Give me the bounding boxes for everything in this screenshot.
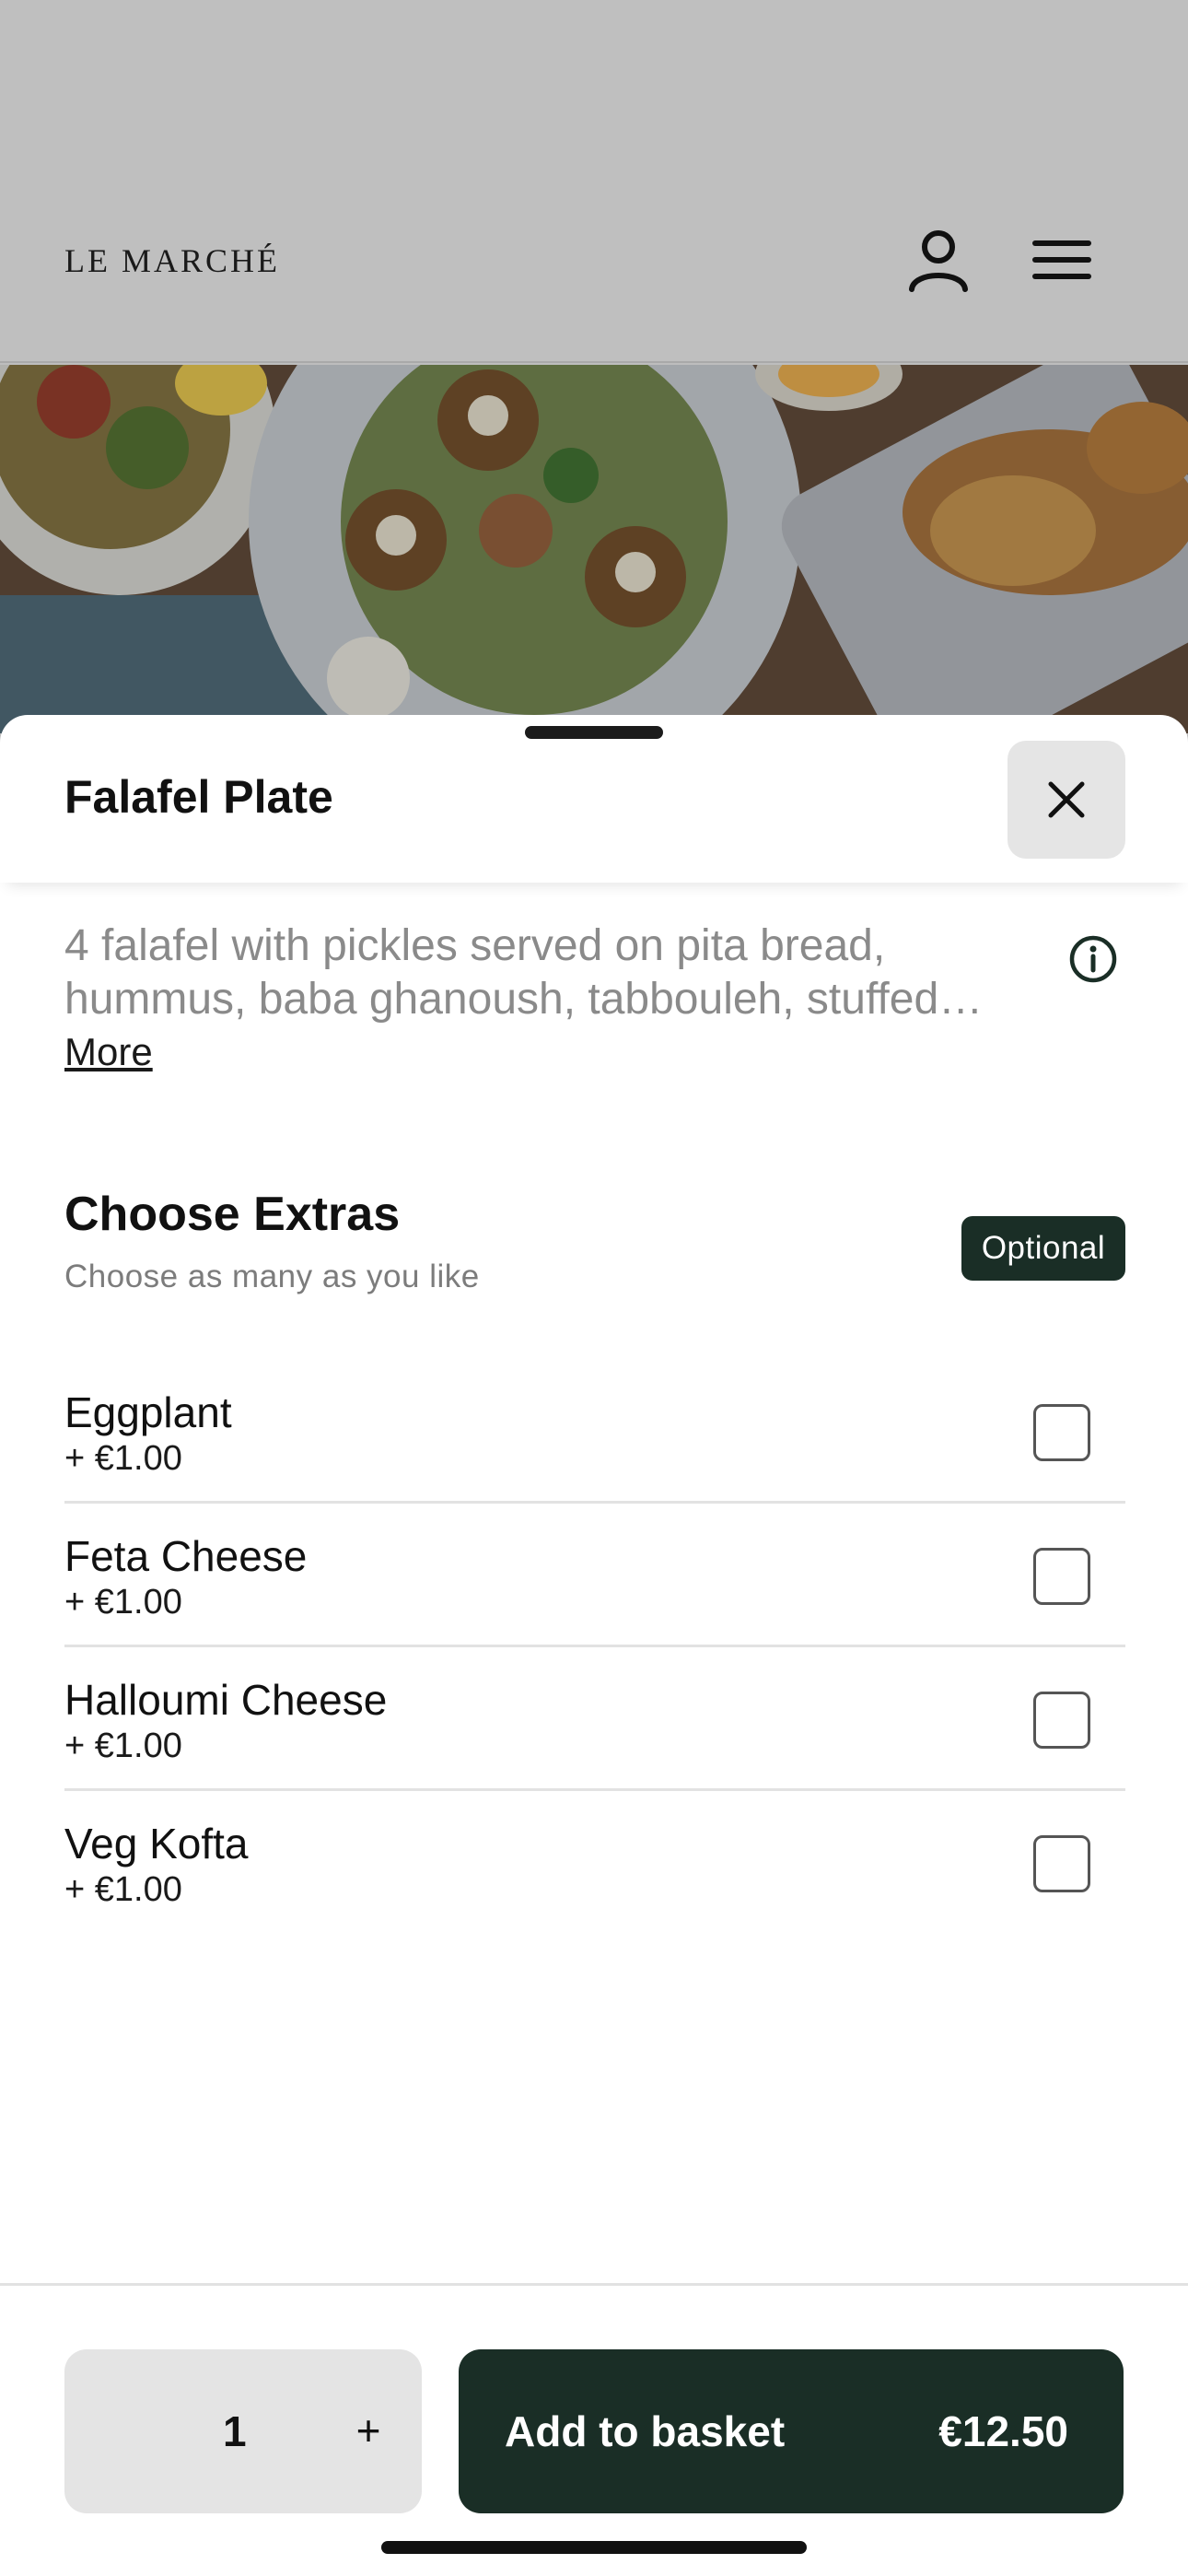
extra-option-name: Eggplant: [64, 1388, 232, 1436]
extra-option-price: + €1.00: [64, 1870, 182, 1909]
extra-option-checkbox[interactable]: [1033, 1835, 1090, 1892]
info-icon[interactable]: [1068, 934, 1118, 984]
item-detail-sheet: Falafel Plate 4 falafel with pickles ser…: [0, 715, 1188, 2576]
brand-logo[interactable]: LE MARCHÉ: [64, 241, 280, 280]
add-to-basket-button[interactable]: Add to basket €12.50: [459, 2349, 1124, 2513]
total-price: €12.50: [938, 2407, 1068, 2455]
extra-option-veg-kofta[interactable]: Veg Kofta + €1.00: [64, 1791, 1125, 1935]
extra-option-name: Feta Cheese: [64, 1532, 308, 1580]
extra-option-checkbox[interactable]: [1033, 1692, 1090, 1749]
close-button[interactable]: [1007, 741, 1125, 859]
item-description: 4 falafel with pickles served on pita br…: [64, 921, 984, 1024]
extra-option-price: + €1.00: [64, 1439, 182, 1478]
extra-option-halloumi-cheese[interactable]: Halloumi Cheese + €1.00: [64, 1647, 1125, 1791]
more-link[interactable]: More: [64, 1030, 153, 1074]
quantity-value: 1: [223, 2407, 247, 2455]
add-to-basket-label: Add to basket: [505, 2407, 786, 2455]
extra-option-name: Veg Kofta: [64, 1820, 249, 1868]
increment-button[interactable]: +: [332, 2394, 405, 2467]
extra-option-checkbox[interactable]: [1033, 1404, 1090, 1461]
app-header: LE MARCHÉ: [0, 0, 1188, 363]
close-icon: [1048, 781, 1085, 818]
extra-option-price: + €1.00: [64, 1583, 182, 1622]
sheet-header: Falafel Plate: [0, 715, 1188, 883]
extras-list: Eggplant + €1.00 Feta Cheese + €1.00 Hal…: [64, 1360, 1125, 1935]
footer-divider: [0, 2283, 1188, 2286]
hamburger-menu-icon[interactable]: [1026, 225, 1098, 297]
home-indicator: [381, 2541, 807, 2554]
extra-option-eggplant[interactable]: Eggplant + €1.00: [64, 1360, 1125, 1504]
extra-option-price: + €1.00: [64, 1727, 182, 1765]
extras-section-subtitle: Choose as many as you like: [64, 1259, 480, 1294]
extras-section-title: Choose Extras: [64, 1188, 401, 1241]
hero-food-image: [0, 365, 1188, 733]
sheet-drag-handle[interactable]: [525, 726, 663, 739]
optional-badge: Optional: [961, 1216, 1125, 1281]
extra-option-feta-cheese[interactable]: Feta Cheese + €1.00: [64, 1504, 1125, 1647]
extra-option-checkbox[interactable]: [1033, 1548, 1090, 1605]
extra-option-name: Halloumi Cheese: [64, 1676, 388, 1724]
person-icon[interactable]: [903, 225, 974, 297]
quantity-stepper: 1 +: [64, 2349, 422, 2513]
item-title: Falafel Plate: [64, 771, 333, 823]
